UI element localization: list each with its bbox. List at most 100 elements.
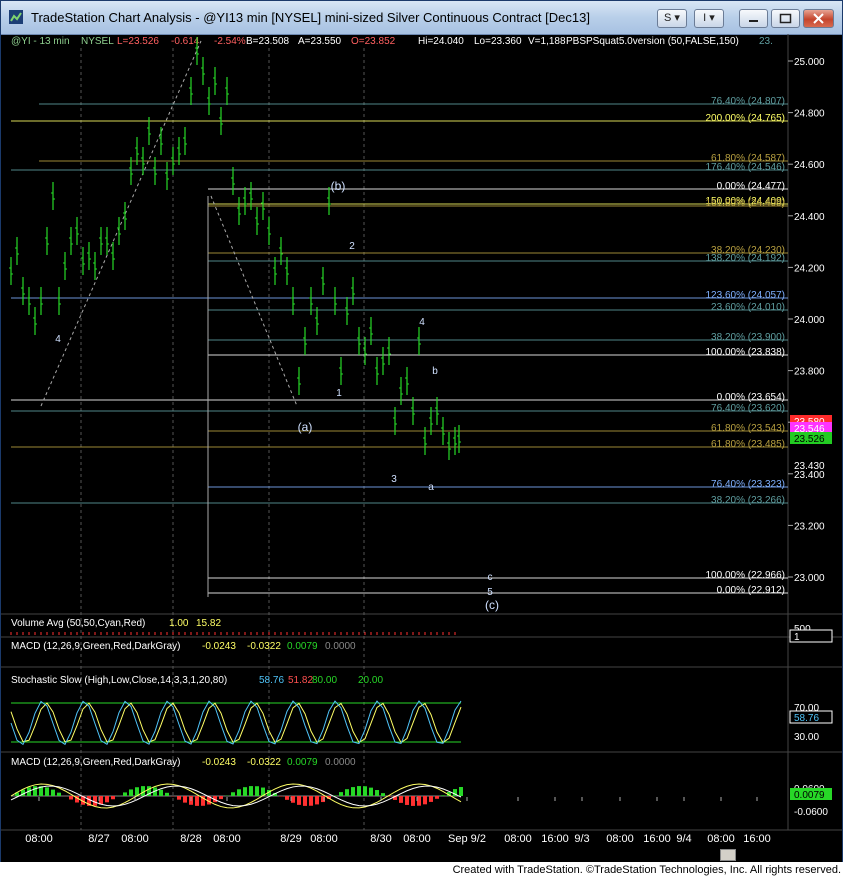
time-label: 08:00 (606, 833, 634, 845)
macd-value: -0.0322 (247, 641, 281, 652)
macd2-value: 0.0079 (287, 757, 318, 768)
minimize-icon (749, 20, 758, 22)
wave-label: 3 (391, 474, 397, 485)
trend-line (210, 195, 298, 407)
stoch-value: 80.00 (312, 675, 337, 686)
chart-window: TradeStation Chart Analysis - @YI13 min … (0, 0, 843, 863)
time-label: 08:00 (25, 833, 53, 845)
stoch-tag-label: 58.76 (794, 713, 819, 724)
minimize-button[interactable] (739, 9, 768, 28)
tradestation-app-icon (9, 10, 23, 24)
wave-label: a (428, 482, 434, 493)
time-label: 08:00 (403, 833, 431, 845)
maximize-icon (779, 13, 792, 24)
time-label: 8/28 (180, 833, 201, 845)
fib-label: 23.60% (24.010) (711, 302, 785, 313)
price-tag-label: 23.526 (794, 434, 825, 445)
window-title: TradeStation Chart Analysis - @YI13 min … (31, 10, 590, 25)
stoch-value: 20.00 (358, 675, 383, 686)
horizontal-scrollbar[interactable] (1, 847, 842, 863)
time-label: 8/29 (280, 833, 301, 845)
fib-label: 0.00% (24.477) (717, 181, 785, 192)
fib-label: 76.40% (23.620) (711, 403, 785, 414)
macd-label: MACD (12,26,9,Green,Red,DarkGray) (11, 641, 181, 652)
footer-text: Created with TradeStation. ©TradeStation… (452, 864, 841, 876)
wave-label: 1 (336, 388, 342, 399)
fib-label: 61.80% (23.485) (711, 439, 785, 450)
time-label: 08:00 (504, 833, 532, 845)
wave-label: c (488, 572, 493, 583)
stoch-tick: 30.00 (794, 732, 819, 743)
time-label: Sep 9/2 (448, 833, 486, 845)
fib-label: 123.60% (24.057) (705, 290, 785, 301)
header-bid: B=23.508 (246, 36, 290, 47)
price-tick-label: 23.800 (794, 367, 825, 378)
price-tick-label: 25.000 (794, 57, 825, 68)
time-label: 08:00 (213, 833, 241, 845)
macd2-tag-label: 0.0079 (794, 790, 825, 801)
fib-label: 100.00% (22.966) (705, 570, 785, 581)
time-label: 9/4 (676, 833, 691, 845)
time-label: 08:00 (707, 833, 735, 845)
macd2-value: -0.0243 (202, 757, 236, 768)
volume-value: 1.00 (169, 618, 189, 629)
volume-label: Volume Avg (50,50,Cyan,Red) (11, 618, 145, 629)
fib-label: 38.20% (23.900) (711, 332, 785, 343)
header-symbol: @YI - 13 min (11, 36, 70, 47)
volume-value: 15.82 (196, 618, 221, 629)
time-label: 16:00 (743, 833, 771, 845)
wave-label: (b) (331, 179, 346, 193)
header-ask: A=23.550 (298, 36, 342, 47)
stoch-value: 58.76 (259, 675, 284, 686)
time-label: 9/3 (574, 833, 589, 845)
time-label: 16:00 (643, 833, 671, 845)
header-open: O=23.852 (351, 36, 396, 47)
header-study_val: 23. (759, 36, 773, 47)
time-label: 8/27 (88, 833, 109, 845)
close-icon (813, 13, 824, 24)
fib-label: 138.20% (24.192) (705, 253, 785, 264)
chart-area[interactable]: @YI - 13 min NYSEL L=23.526 -0.614 -2.54% B=2… (1, 34, 842, 863)
macd2-value: 0.0000 (325, 757, 356, 768)
macd2-value: -0.0322 (247, 757, 281, 768)
time-label: 16:00 (541, 833, 569, 845)
wave-label: b (432, 366, 438, 377)
chart-canvas[interactable]: @YI - 13 min NYSEL L=23.526 -0.614 -2.54% B=2… (1, 34, 842, 863)
fib-label: 200.00% (24.765) (705, 113, 785, 124)
wave-label: 2 (349, 241, 355, 252)
macd-value: -0.0243 (202, 641, 236, 652)
header-low: Lo=23.360 (474, 36, 522, 47)
price-tick-label: 24.200 (794, 263, 825, 274)
wave-label: 4 (55, 334, 61, 345)
macd2-label: MACD (12,26,9,Green,Red,DarkGray) (11, 757, 181, 768)
header-exchange: NYSEL (81, 36, 114, 47)
price-tick-label: 23.000 (794, 573, 825, 584)
trend-line (40, 40, 202, 407)
volume-tag-label: 1 (794, 632, 800, 643)
s-menu-button[interactable]: S ▾ (657, 9, 687, 28)
header-high: Hi=24.040 (418, 36, 464, 47)
price-tick-label: 24.000 (794, 315, 825, 326)
wave-label: 5 (487, 587, 493, 598)
title-bar[interactable]: TradeStation Chart Analysis - @YI13 min … (1, 1, 842, 35)
price-tag-label: 23.430 (794, 461, 825, 472)
fib-label: 0.00% (23.654) (717, 392, 785, 403)
price-tick-label: 24.400 (794, 212, 825, 223)
footer: Created with TradeStation. ©TradeStation… (0, 862, 843, 878)
macd2-tick: -0.0600 (794, 807, 828, 818)
fib-label: 0.00% (22.912) (717, 585, 785, 596)
fib-label: 61.80% (23.543) (711, 423, 785, 434)
close-button[interactable] (803, 9, 834, 28)
maximize-button[interactable] (771, 9, 800, 28)
price-tick-label: 24.800 (794, 109, 825, 120)
header-change: -0.614 (171, 36, 200, 47)
fib-label: 76.40% (24.807) (711, 96, 785, 107)
fib-label: 176.40% (24.546) (705, 162, 785, 173)
wave-label: 4 (419, 317, 425, 328)
macd-value: 0.0000 (325, 641, 356, 652)
i-menu-button[interactable]: I ▾ (694, 9, 724, 28)
scrollbar-thumb[interactable] (720, 849, 736, 861)
fib-label: 161.80% (24.409) (705, 198, 785, 209)
wave-label: (a) (298, 420, 313, 434)
price-tick-label: 23.200 (794, 521, 825, 532)
